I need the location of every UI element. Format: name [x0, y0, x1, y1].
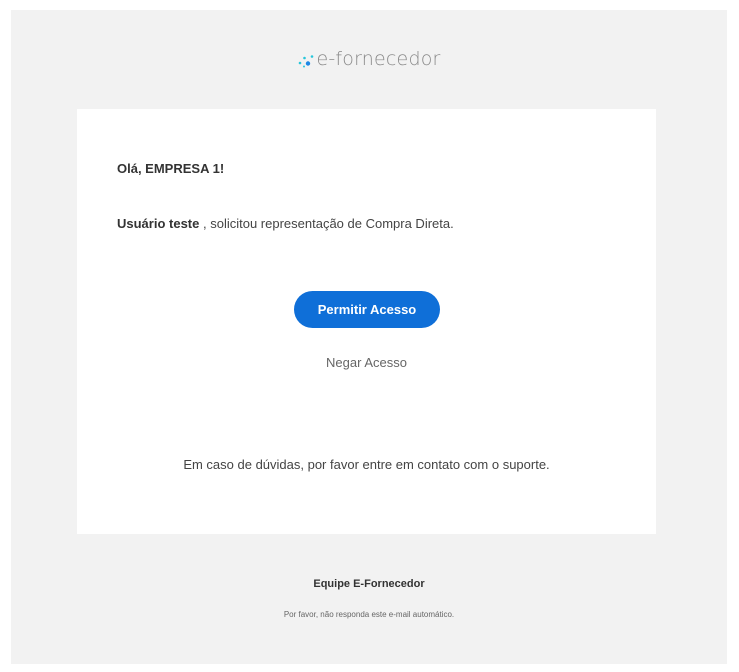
request-text: Usuário teste , solicitou representação … [117, 216, 454, 231]
allow-access-button[interactable]: Permitir Acesso [294, 291, 440, 328]
email-background: e-fornecedor Olá, EMPRESA 1! Usuário tes… [11, 10, 727, 664]
requester-name: Usuário teste [117, 216, 200, 231]
greeting-text: Olá, EMPRESA 1! [117, 161, 225, 176]
deny-access-link: Negar Acesso [77, 355, 656, 370]
logo-text: e-fornecedor [316, 48, 441, 70]
brand-logo: e-fornecedor [11, 48, 727, 70]
message-card: Olá, EMPRESA 1! Usuário teste , solicito… [77, 109, 656, 534]
footer-team: Equipe E-Fornecedor [313, 578, 425, 590]
dots-logo-icon [299, 55, 314, 68]
footer-note: Por favor, não responda este e-mail auto… [283, 610, 455, 619]
request-description: , solicitou representação de Compra Dire… [199, 216, 454, 231]
support-text: Em caso de dúvidas, por favor entre em c… [183, 457, 550, 472]
deny-access-label[interactable]: Negar Acesso [326, 355, 407, 370]
